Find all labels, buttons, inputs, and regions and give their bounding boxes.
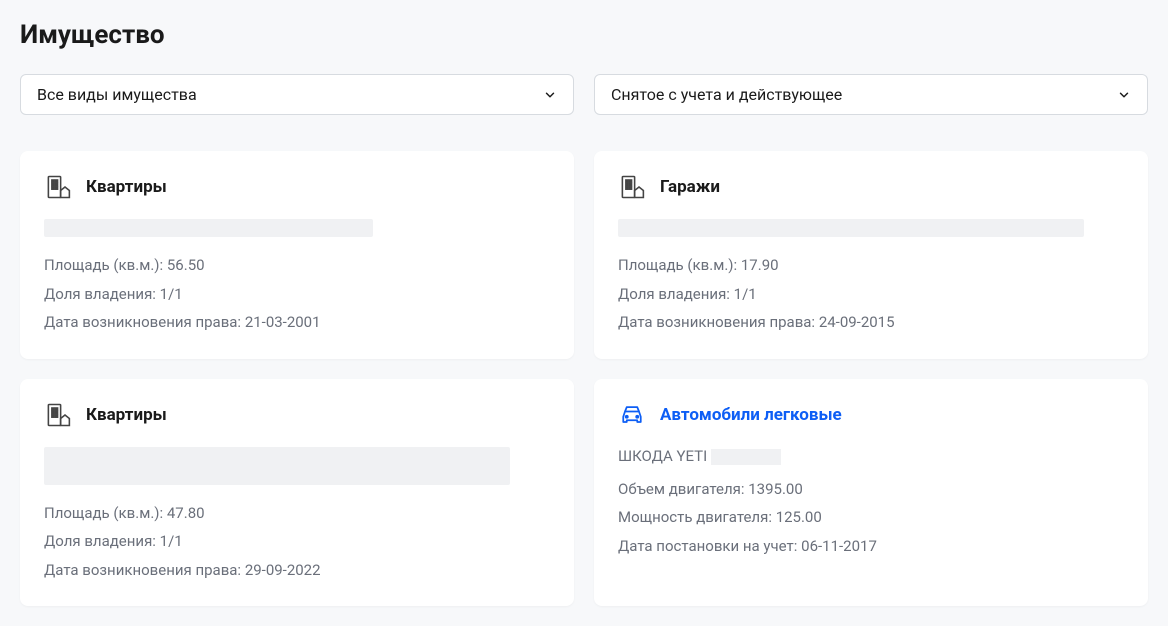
- property-card[interactable]: Квартиры Площадь (кв.м.): 47.80 Доля вла…: [20, 379, 574, 607]
- card-title: Квартиры: [86, 177, 167, 197]
- card-header: Квартиры: [44, 173, 550, 201]
- card-prop: Мощность двигателя: 125.00: [618, 503, 1124, 532]
- card-prop: Доля владения: 1/1: [44, 527, 550, 556]
- car-icon: [618, 401, 646, 429]
- chevron-down-icon: [1117, 88, 1131, 102]
- property-card[interactable]: Гаражи Площадь (кв.м.): 17.90 Доля владе…: [594, 151, 1148, 359]
- page-title: Имущество: [20, 20, 1148, 50]
- building-icon: [618, 173, 646, 201]
- card-prop: Площадь (кв.м.): 17.90: [618, 251, 1124, 280]
- card-title: Автомобили легковые: [660, 405, 842, 425]
- card-prop: Объем двигателя: 1395.00: [618, 475, 1124, 504]
- redacted-address: [618, 219, 1084, 237]
- card-prop: Дата возникновения права: 24-09-2015: [618, 308, 1124, 337]
- card-prop: Дата возникновения права: 29-09-2022: [44, 556, 550, 585]
- status-filter-value: Снятое с учета и действующее: [611, 85, 842, 104]
- card-prop: Площадь (кв.м.): 47.80: [44, 499, 550, 528]
- building-icon: [44, 401, 72, 429]
- car-name: ШКОДА YETI: [618, 447, 1124, 465]
- card-prop: Доля владения: 1/1: [44, 280, 550, 309]
- card-title: Квартиры: [86, 405, 167, 425]
- card-prop: Доля владения: 1/1: [618, 280, 1124, 309]
- card-prop: Дата возникновения права: 21-03-2001: [44, 308, 550, 337]
- card-prop: Площадь (кв.м.): 56.50: [44, 251, 550, 280]
- filters-row: Все виды имущества Снятое с учета и дейс…: [20, 74, 1148, 115]
- status-filter-select[interactable]: Снятое с учета и действующее: [594, 74, 1148, 115]
- card-prop: Дата постановки на учет: 06-11-2017: [618, 532, 1124, 561]
- card-header: Квартиры: [44, 401, 550, 429]
- type-filter-value: Все виды имущества: [37, 85, 197, 104]
- building-icon: [44, 173, 72, 201]
- redacted-plate: [711, 449, 781, 465]
- cards-grid: Квартиры Площадь (кв.м.): 56.50 Доля вла…: [20, 151, 1148, 606]
- property-card[interactable]: Квартиры Площадь (кв.м.): 56.50 Доля вла…: [20, 151, 574, 359]
- redacted-address: [44, 447, 510, 485]
- card-header: Автомобили легковые: [618, 401, 1124, 429]
- type-filter-select[interactable]: Все виды имущества: [20, 74, 574, 115]
- card-header: Гаражи: [618, 173, 1124, 201]
- redacted-address: [44, 219, 373, 237]
- property-card[interactable]: Автомобили легковые ШКОДА YETI Объем дви…: [594, 379, 1148, 607]
- chevron-down-icon: [543, 88, 557, 102]
- card-title: Гаражи: [660, 177, 720, 197]
